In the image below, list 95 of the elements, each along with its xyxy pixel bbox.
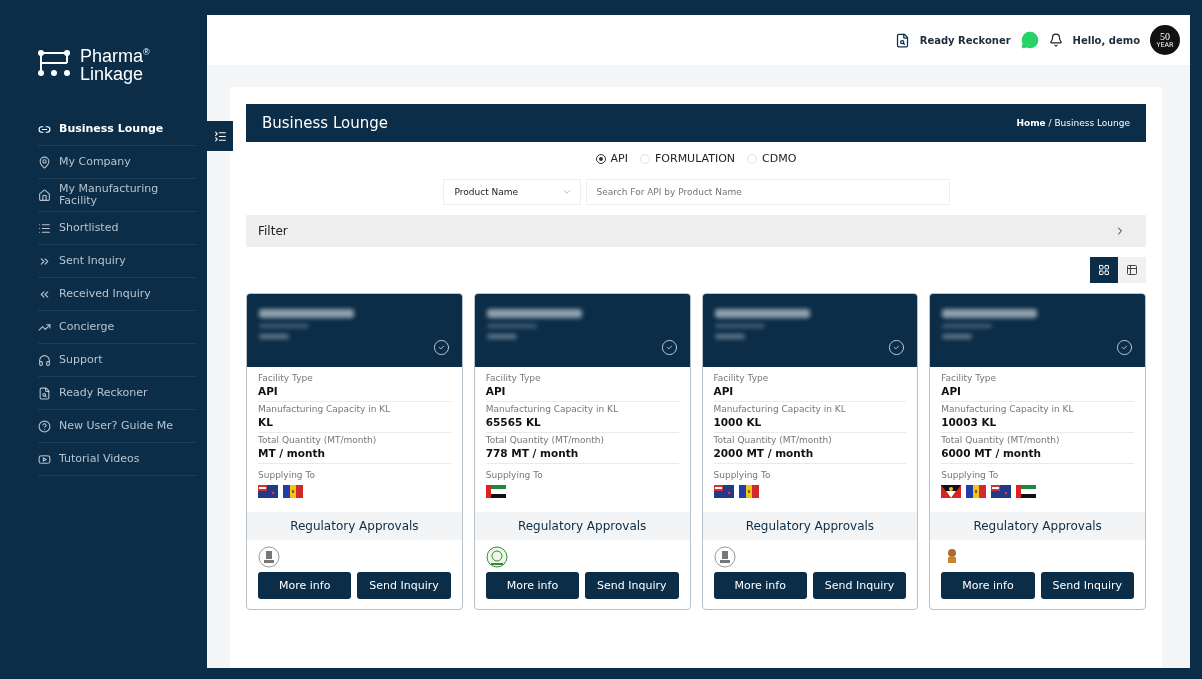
field-value: 65565 KL [485,416,542,428]
emblem-icon [485,546,508,568]
field-label: Total Quantity (MT/month) [485,435,605,445]
field-value: 10003 KL [941,416,998,428]
sidebar-item[interactable]: My Company [38,146,197,179]
field-value: 2000 MT / month [713,447,815,459]
field-label: Total Quantity (MT/month) [713,435,833,445]
flag-icon [485,485,506,498]
send-inquiry-button[interactable]: Send Inquiry [357,572,451,599]
sidebar-item[interactable]: Tutorial Videos [38,443,197,476]
emblem-icon [713,546,736,568]
menu-toggle-button[interactable] [207,121,233,151]
sidebar-item[interactable]: Ready Reckoner [38,377,197,410]
field-value: 6000 MT / month [941,447,1042,459]
menu-icon [213,129,227,143]
flag-icon [966,485,987,498]
help-icon [38,419,51,433]
sidebar-item[interactable]: Business Lounge [38,113,197,146]
page-title: Business Lounge [262,114,388,132]
flag-icon [258,485,278,498]
grid-view-button[interactable] [1090,257,1118,283]
user-greeting[interactable]: Hello, demo [1072,34,1140,46]
table-icon [1126,264,1138,276]
emblem-icon [258,546,280,568]
notification-icon[interactable] [1048,33,1063,47]
field-value: 1000 KL [713,416,763,428]
field-value: KL [258,416,274,428]
flag-icon [941,485,962,498]
field-label: Manufacturing Capacity in KL [485,404,619,414]
field-value: MT / month [258,447,326,459]
flag-icon [738,485,759,498]
video-icon [38,452,51,466]
approvals-heading: Regulatory Approvals [930,512,1145,540]
sidebar-item[interactable]: Shortlisted [38,212,197,245]
brand-name: Pharma$^{®}$ Linkage [80,45,150,83]
sidebar-item[interactable]: Support [38,344,197,377]
field-value: API [485,385,507,397]
field-label: Facility Type [941,373,997,383]
blurred-text [714,334,745,339]
sidebar-item[interactable]: Sent Inquiry [38,245,197,278]
field-label: Facility Type [713,373,770,383]
more-info-button[interactable]: More info [713,572,807,599]
type-radio[interactable]: API [595,152,628,165]
field-value: API [713,385,735,397]
blurred-text [942,334,973,339]
flag-icon [991,485,1012,498]
field-label: Total Quantity (MT/month) [258,435,378,445]
table-view-button[interactable] [1118,257,1146,283]
document-search-icon[interactable] [894,32,910,48]
approvals-heading: Regulatory Approvals [247,512,462,540]
more-info-button[interactable]: More info [485,572,580,599]
field-value: API [258,385,279,397]
type-radio[interactable]: FORMULATION [640,152,736,165]
blurred-text [486,334,517,339]
sidebar-item[interactable]: My Manufacturing Facility [38,179,197,212]
field-label: Supplying To [713,470,772,480]
send-inquiry-button[interactable]: Send Inquiry [812,572,907,599]
location-pin-icon [38,155,51,169]
sidebar-item[interactable]: New User? Guide Me [38,410,197,443]
send-inquiry-button[interactable]: Send Inquiry [1040,572,1134,599]
product-select[interactable]: Product Name [442,179,581,205]
flag-icon [1016,485,1037,498]
sidebar-item[interactable]: Received Inquiry [38,278,197,311]
more-info-button[interactable]: More info [941,572,1035,599]
approvals-heading: Regulatory Approvals [474,512,690,540]
field-label: Facility Type [485,373,542,383]
field-label: Supplying To [941,470,1000,480]
house-icon [38,188,51,202]
approvals-heading: Regulatory Approvals [702,512,918,540]
field-label: Manufacturing Capacity in KL [713,404,847,414]
chevron-down-icon [561,187,572,197]
list-icon [38,221,51,235]
field-label: Supplying To [485,470,544,480]
field-label: Manufacturing Capacity in KL [941,404,1075,414]
flag-icon [283,485,303,498]
ready-reckoner-link[interactable]: Ready Reckoner [919,34,1011,46]
field-value: API [941,385,962,397]
document-search-icon [38,386,51,400]
sidebar-item[interactable]: Concierge [38,311,197,344]
field-label: Facility Type [258,373,314,383]
field-label: Supplying To [258,470,316,480]
field-label: Manufacturing Capacity in KL [258,404,392,414]
breadcrumb: Home / Business Lounge [1016,118,1130,128]
grid-icon [1098,264,1110,276]
logo-icon [38,49,70,77]
type-radio[interactable]: CDMO [747,152,797,165]
more-info-button[interactable]: More info [258,572,352,599]
blurred-text [259,334,289,339]
filter-bar[interactable]: Filter [246,215,1146,247]
headphones-icon [38,353,51,367]
send-inquiry-button[interactable]: Send Inquiry [585,572,679,599]
search-field[interactable]: Search For API by Product Name [585,179,950,205]
field-value: 778 MT / month [485,447,580,459]
flag-icon [713,485,734,498]
field-label: Total Quantity (MT/month) [941,435,1061,445]
